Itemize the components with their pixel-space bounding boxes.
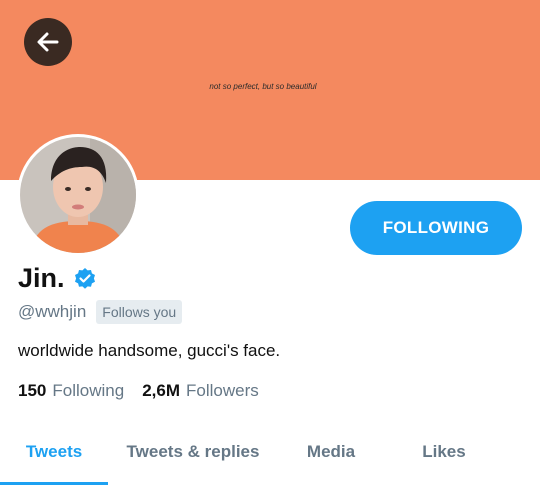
followers-count: 2,6M xyxy=(142,381,180,400)
display-name: Jin. xyxy=(18,263,65,293)
avatar[interactable] xyxy=(17,134,139,256)
profile-stats: 150 Following 2,6M Followers xyxy=(18,381,277,401)
followers-stat[interactable]: 2,6M Followers xyxy=(142,381,259,401)
tab-tweets-replies[interactable]: Tweets & replies xyxy=(108,430,278,474)
following-stat[interactable]: 150 Following xyxy=(18,381,124,401)
profile-bio: worldwide handsome, gucci's face. xyxy=(18,341,281,360)
following-button[interactable]: FOLLOWING xyxy=(350,201,522,255)
name-row: Jin. xyxy=(18,263,97,294)
following-count: 150 xyxy=(18,381,47,400)
profile-tabs: Tweets Tweets & replies Media Likes xyxy=(0,430,540,487)
back-button[interactable] xyxy=(24,18,72,66)
handle-row: @wwhjin Follows you xyxy=(18,300,183,324)
tab-likes[interactable]: Likes xyxy=(384,430,504,474)
verified-badge-icon xyxy=(73,267,97,291)
following-label: Following xyxy=(52,381,125,400)
tab-tweets[interactable]: Tweets xyxy=(0,430,108,474)
tab-media[interactable]: Media xyxy=(278,430,384,474)
arrow-left-icon xyxy=(37,32,59,52)
active-tab-indicator xyxy=(0,482,108,485)
followers-label: Followers xyxy=(185,381,259,400)
follows-you-badge: Follows you xyxy=(96,300,183,324)
banner-caption: not so perfect, but so beautiful xyxy=(209,82,317,91)
user-handle: @wwhjin xyxy=(18,302,87,321)
